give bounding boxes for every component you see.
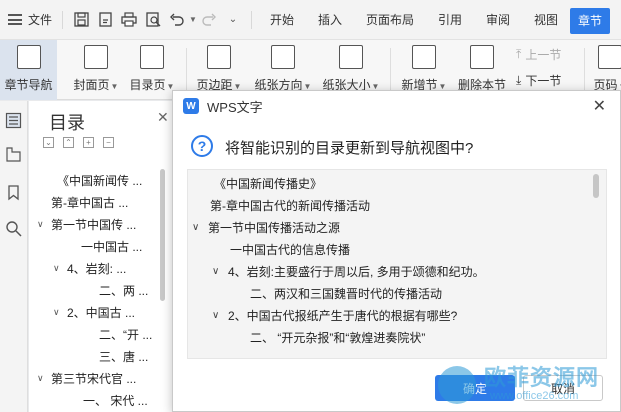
prev-section-icon: ⤒	[516, 47, 522, 61]
chapter-nav-button[interactable]: 章节导航	[0, 40, 57, 100]
tree-item[interactable]: ∨ 4、岩刻:主要盛行于周以后, 多用于颂德和纪功。	[212, 260, 485, 282]
tree-item[interactable]: 二、两汉和三国魏晋时代的传播活动	[250, 282, 442, 304]
close-icon[interactable]: ✕	[157, 109, 169, 126]
nav-toc-item[interactable]: ∨ 第一节中国传 ...	[37, 213, 136, 235]
chapter-view-icon[interactable]	[5, 146, 22, 163]
nav-toc-item[interactable]: 二、两 ...	[99, 279, 148, 301]
wps-logo-icon: W	[183, 98, 199, 114]
tab-references[interactable]: 引用	[426, 0, 474, 40]
tab-review[interactable]: 审阅	[474, 0, 522, 40]
tree-item[interactable]: ∨ 第一节中国传播活动之源	[192, 216, 340, 238]
ok-button[interactable]: 确定	[435, 375, 515, 401]
toc-page-icon	[140, 45, 164, 69]
nav-toc-item[interactable]: 三、唐 ...	[99, 345, 148, 367]
toc-page-button[interactable]: 目录页▼	[126, 40, 178, 100]
chevron-down-icon[interactable]: ∨	[212, 310, 228, 321]
nav-toc-item[interactable]: ∨ 2、中国古 ...	[53, 301, 135, 323]
cover-page-button[interactable]: 封面页▼	[70, 40, 122, 100]
chapter-nav-icon	[16, 45, 41, 69]
cover-page-label: 封面页	[73, 78, 110, 92]
tab-home[interactable]: 开始	[258, 0, 306, 40]
file-menu[interactable]: 文件	[8, 0, 52, 40]
hamburger-icon	[8, 14, 22, 25]
customize-dropdown-icon[interactable]: ⌄	[224, 11, 242, 29]
prev-section-label: 上一节	[525, 48, 562, 62]
update-toc-dialog: W WPS文字 ✕ ? 将智能识别的目录更新到导航视图中? 《中国新闻传播史》 …	[172, 90, 621, 412]
toc-page-label: 目录页	[129, 78, 166, 92]
menu-bar: 文件 ▼ ⌄ 开始 插入 页面布局 引用 审阅 视图 章节	[0, 0, 621, 40]
remove-icon[interactable]: −	[103, 137, 114, 148]
chevron-down-icon[interactable]: ∨	[53, 263, 67, 274]
redo-icon[interactable]	[200, 11, 218, 29]
tab-view[interactable]: 视图	[522, 0, 570, 40]
chevron-down-icon[interactable]: ∨	[53, 307, 67, 318]
divider	[250, 10, 252, 29]
close-icon[interactable]: ✕	[593, 96, 606, 116]
delete-section-icon	[470, 45, 494, 69]
undo-icon[interactable]	[168, 11, 186, 29]
tree-item[interactable]: 《中国新闻传播史》	[214, 172, 322, 194]
nav-toc-item[interactable]: 一、 宋代 ...	[83, 389, 148, 411]
chevron-down-icon: ▼	[110, 82, 119, 91]
nav-toc-item[interactable]: 一中国古 ...	[81, 235, 142, 257]
divider	[390, 48, 391, 94]
chapter-nav-label: 章节导航	[4, 78, 53, 92]
tab-page-layout[interactable]: 页面布局	[354, 0, 426, 40]
next-section-icon: ⤓	[516, 73, 522, 87]
chevron-down-icon[interactable]: ∨	[212, 266, 228, 277]
toc-preview-tree: 《中国新闻传播史》 第-章中国古代的新闻传播活动 ∨ 第一节中国传播活动之源 一中…	[187, 169, 607, 359]
nav-panel-title: 目录	[49, 113, 85, 133]
side-toolbar	[0, 101, 28, 412]
save-icon[interactable]	[72, 11, 90, 29]
tree-item[interactable]: 第-章中国古代的新闻传播活动	[210, 194, 370, 216]
nav-toc-item[interactable]: 《中国新闻传 ...	[57, 169, 142, 191]
toc-view-icon[interactable]	[5, 112, 22, 129]
dialog-header: W WPS文字 ✕	[173, 91, 620, 121]
divider	[186, 48, 187, 94]
nav-toc-item[interactable]: ∨ 4、岩刻: ...	[53, 257, 126, 279]
tree-scrollbar[interactable]	[593, 174, 599, 198]
export-pdf-icon[interactable]	[96, 11, 114, 29]
chevron-down-icon[interactable]: ∨	[37, 373, 51, 384]
search-icon[interactable]	[5, 220, 22, 237]
question-icon: ?	[191, 135, 213, 157]
undo-dropdown-icon[interactable]: ▼	[189, 15, 197, 24]
new-section-icon	[412, 45, 436, 69]
tab-insert[interactable]: 插入	[306, 0, 354, 40]
print-preview-icon[interactable]	[144, 11, 162, 29]
nav-toc-item[interactable]: 第-章中国古 ...	[51, 191, 128, 213]
cover-page-icon	[84, 45, 108, 69]
paper-size-icon	[339, 45, 363, 69]
tree-item[interactable]: ∨ 2、中国古代报纸产生于唐代的根据有哪些?	[212, 304, 457, 326]
expand-icon[interactable]: ⌄	[43, 137, 54, 148]
cancel-button[interactable]: 取消	[523, 375, 603, 401]
tree-item[interactable]: 二、 “开元杂报”和“敦煌进奏院状”	[250, 326, 425, 348]
nav-toolbar: ⌄ ⌃ + −	[43, 137, 114, 148]
print-icon[interactable]	[120, 11, 138, 29]
prev-section-button[interactable]: ⤒ 上一节	[516, 46, 561, 63]
next-section-button[interactable]: ⤓ 下一节	[516, 72, 561, 89]
add-icon[interactable]: +	[83, 137, 94, 148]
collapse-icon[interactable]: ⌃	[63, 137, 74, 148]
dialog-title: WPS文字	[207, 99, 263, 115]
orientation-icon	[271, 45, 295, 69]
file-menu-label: 文件	[28, 13, 53, 27]
tree-item[interactable]: 一中国古代的信息传播	[230, 238, 350, 260]
next-section-label: 下一节	[525, 74, 562, 88]
chevron-down-icon[interactable]: ∨	[192, 222, 208, 233]
nav-toc-item[interactable]: 二、“开 ...	[99, 323, 152, 345]
divider	[62, 10, 64, 29]
nav-toc-item[interactable]: ∨ 第三节宋代官 ...	[37, 367, 136, 389]
navigation-panel: 目录 ✕ ⌄ ⌃ + − 《中国新闻传 ... 第-章中国古 ... ∨ 第一节中…	[29, 101, 179, 412]
page-number-icon	[598, 45, 621, 69]
tab-chapter[interactable]: 章节	[570, 7, 611, 34]
divider	[584, 48, 585, 94]
dialog-question: 将智能识别的目录更新到导航视图中?	[225, 140, 474, 157]
bookmark-icon[interactable]	[5, 184, 22, 201]
margins-icon	[207, 45, 231, 69]
chevron-down-icon[interactable]: ∨	[37, 219, 51, 230]
nav-scrollbar[interactable]	[160, 169, 165, 301]
